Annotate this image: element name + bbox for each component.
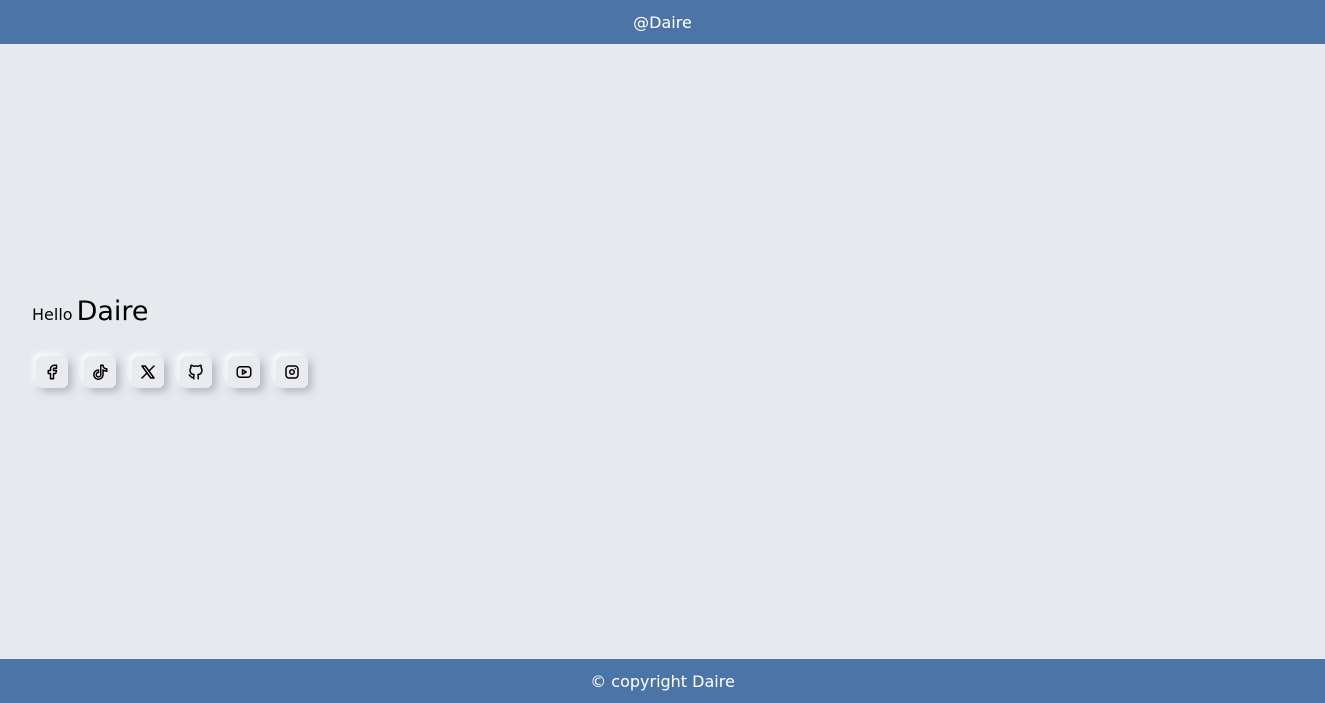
tiktok-icon <box>91 363 109 381</box>
youtube-icon <box>235 363 253 381</box>
x-icon <box>139 363 157 381</box>
instagram-button[interactable] <box>276 356 308 388</box>
footer-copyright: © copyright Daire <box>590 671 735 691</box>
header-handle[interactable]: @Daire <box>633 13 692 32</box>
github-icon <box>187 363 205 381</box>
greeting-hello: Hello <box>32 305 73 324</box>
greeting-name: Daire <box>76 296 149 327</box>
social-links <box>36 356 308 388</box>
x-button[interactable] <box>132 356 164 388</box>
github-button[interactable] <box>180 356 212 388</box>
instagram-icon <box>283 363 301 381</box>
facebook-button[interactable] <box>36 356 68 388</box>
footer-bar: © copyright Daire <box>0 659 1325 703</box>
facebook-icon <box>43 363 61 381</box>
youtube-button[interactable] <box>228 356 260 388</box>
header-bar: @Daire <box>0 0 1325 44</box>
tiktok-button[interactable] <box>84 356 116 388</box>
greeting: Hello Daire <box>32 296 149 327</box>
main-content: Hello Daire <box>0 44 1325 659</box>
